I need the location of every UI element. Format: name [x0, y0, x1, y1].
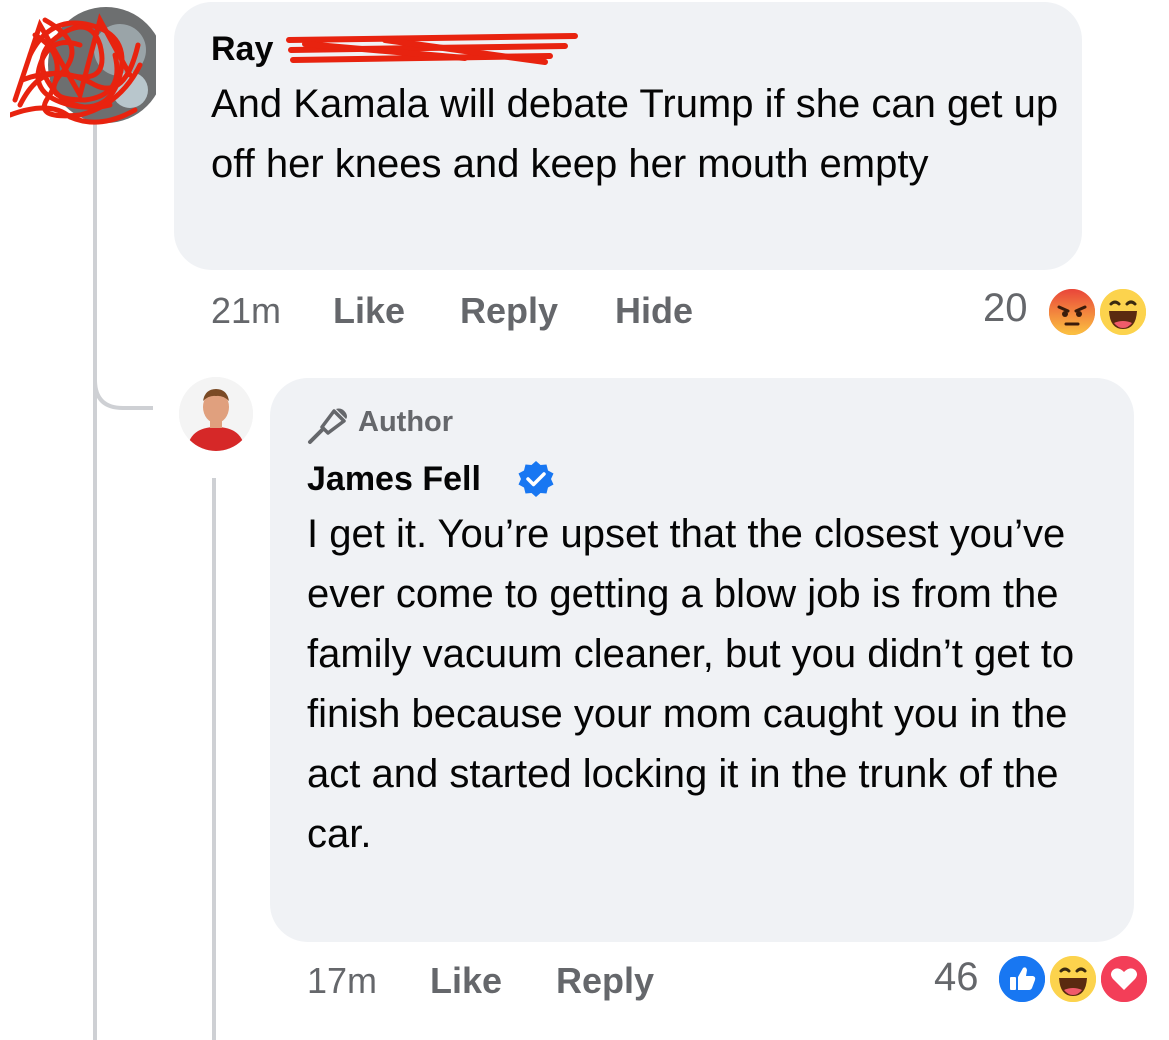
comment-author-first-name[interactable]: Ray	[211, 30, 273, 68]
comment-author-name[interactable]: Ray	[211, 30, 273, 69]
comment-reaction-count[interactable]: 20	[983, 286, 1028, 331]
author-badge: Author	[358, 406, 454, 438]
comment-hide-button[interactable]: Hide	[615, 290, 693, 332]
like-icon[interactable]	[995, 952, 1049, 1006]
reply-text: I get it. You’re upset that the closest …	[307, 512, 1075, 856]
comment-reply-button[interactable]: Reply	[460, 290, 558, 332]
reply-like-button[interactable]: Like	[430, 960, 502, 1002]
comment-like-button[interactable]: Like	[333, 290, 405, 332]
comment-text: And Kamala will debate Trump if she can …	[211, 82, 1059, 186]
reply-author-name[interactable]: James Fell	[307, 460, 481, 499]
microphone-icon	[308, 408, 347, 444]
reply-timestamp[interactable]: 17m	[307, 960, 377, 1002]
redacted-avatar-scribble	[7, 7, 164, 125]
reply-author-avatar[interactable]	[179, 377, 253, 451]
verified-badge-icon	[518, 461, 554, 497]
commenter-avatar[interactable]	[7, 5, 164, 125]
reply-thread-line	[212, 478, 216, 1040]
haha-icon[interactable]	[1096, 285, 1150, 339]
comment-timestamp[interactable]: 21m	[211, 290, 281, 332]
angry-icon[interactable]	[1045, 285, 1099, 339]
reply-reply-button[interactable]: Reply	[556, 960, 654, 1002]
reply-reaction-count[interactable]: 46	[934, 955, 979, 1000]
thread-line-vertical	[93, 120, 97, 1040]
redacted-surname-scribble	[286, 33, 578, 65]
love-icon[interactable]	[1097, 952, 1151, 1006]
haha-icon[interactable]	[1046, 952, 1100, 1006]
thread-line-curve	[93, 350, 153, 410]
